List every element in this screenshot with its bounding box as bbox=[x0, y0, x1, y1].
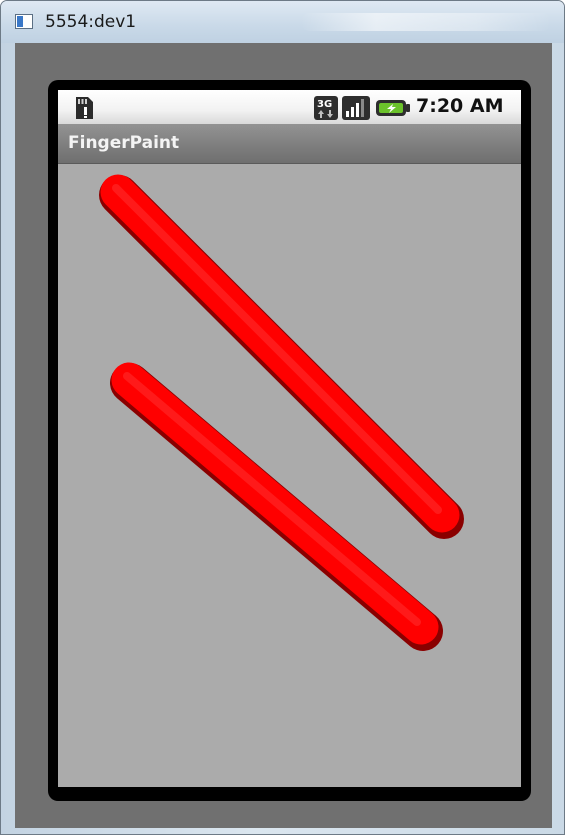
battery-charging-icon bbox=[376, 100, 410, 116]
paint-canvas-drawing bbox=[99, 174, 464, 651]
3g-data-icon: 3G bbox=[314, 96, 338, 120]
titlebar-glass-reflection bbox=[301, 13, 551, 31]
device-screen: 3G 7:20 AM FingerPaint bbox=[58, 90, 521, 787]
stroke-2 bbox=[110, 362, 443, 651]
status-clock: 7:20 AM bbox=[416, 95, 504, 117]
status-bar: 3G 7:20 AM bbox=[58, 90, 521, 124]
app-title-bar: FingerPaint bbox=[58, 124, 521, 164]
device-bezel: 3G 7:20 AM FingerPaint bbox=[48, 80, 531, 801]
stroke-1 bbox=[99, 174, 464, 539]
network-type-label: 3G bbox=[317, 99, 332, 110]
emulator-app-icon bbox=[15, 14, 33, 29]
signal-strength-icon bbox=[342, 96, 370, 120]
sd-card-icon bbox=[76, 97, 93, 119]
paint-canvas[interactable] bbox=[58, 164, 521, 787]
app-title: FingerPaint bbox=[68, 133, 180, 153]
emulator-window: 5554:dev1 3G 7:20 AM FingerPaint bbox=[0, 0, 565, 835]
window-title: 5554:dev1 bbox=[45, 12, 137, 32]
window-titlebar[interactable]: 5554:dev1 bbox=[1, 1, 564, 43]
emulator-frame: 3G 7:20 AM FingerPaint bbox=[15, 43, 552, 828]
